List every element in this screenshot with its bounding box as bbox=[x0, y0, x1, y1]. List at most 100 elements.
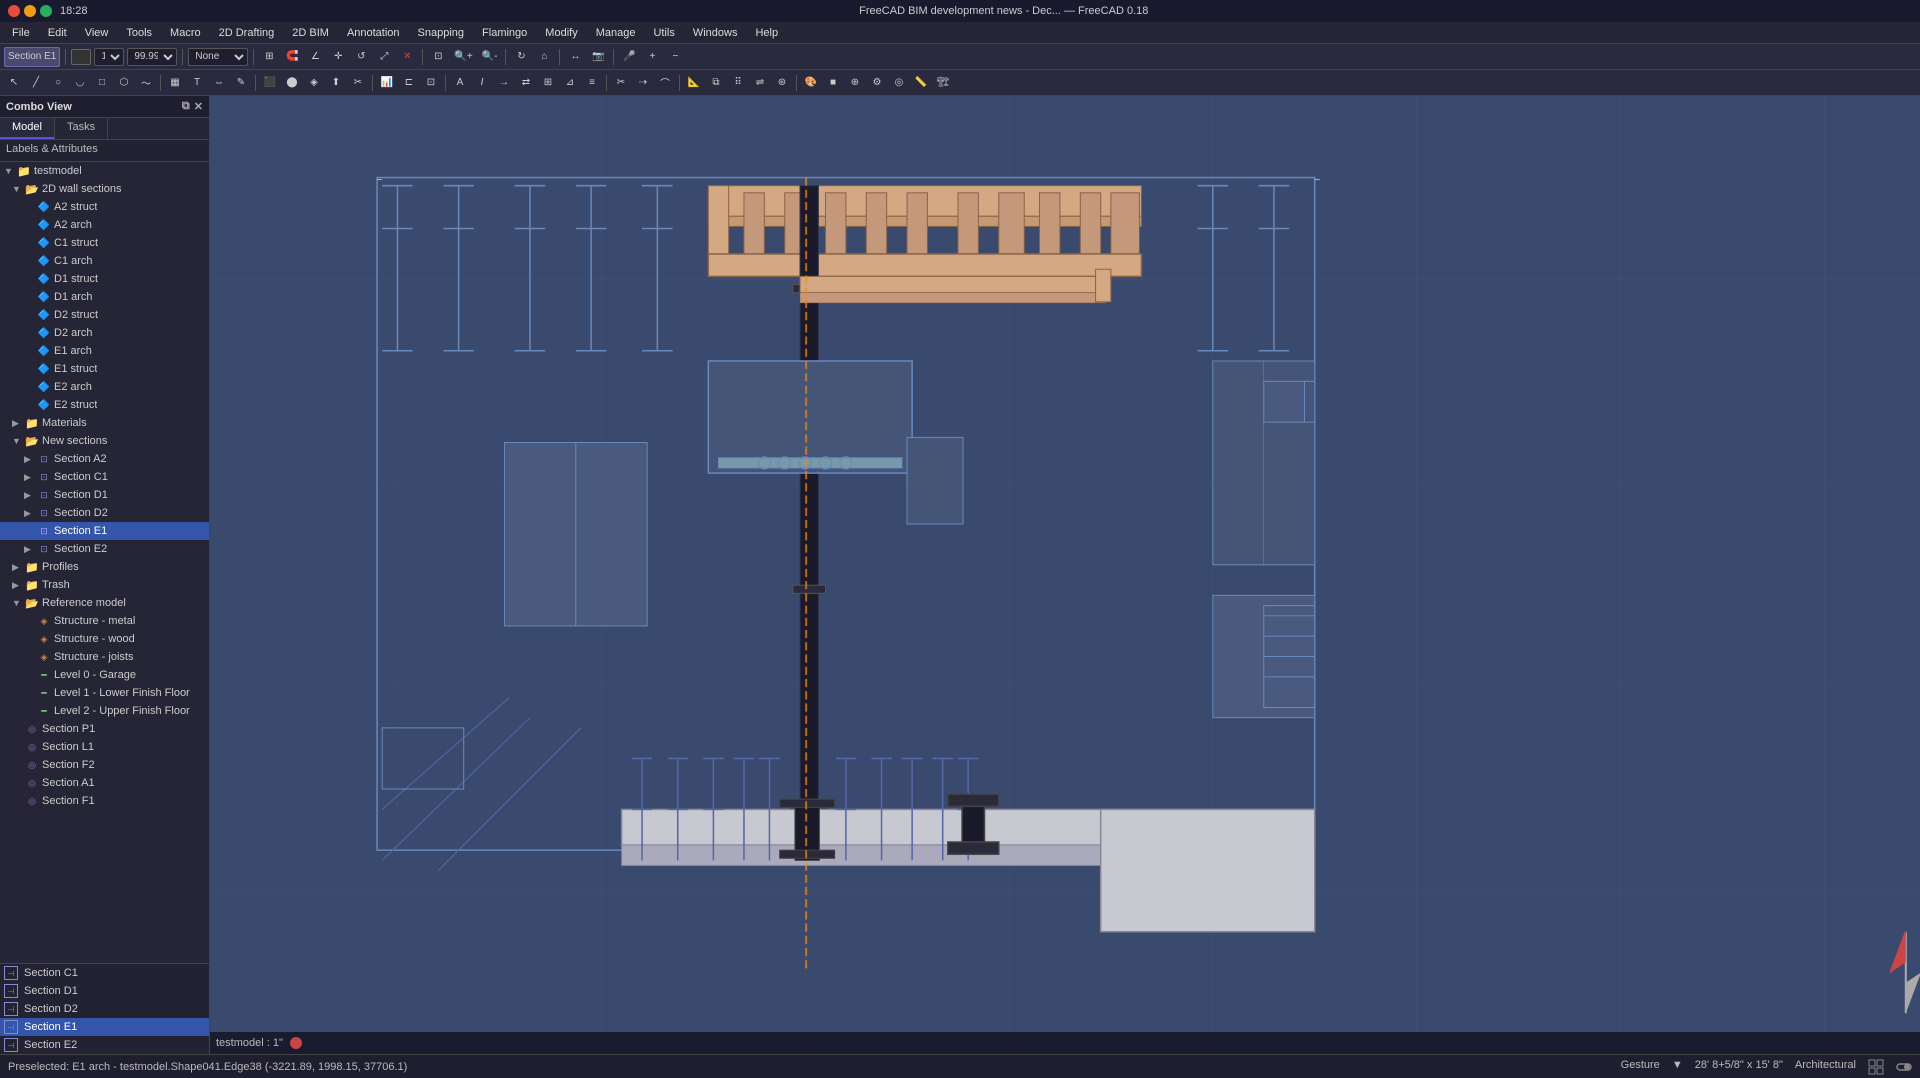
line-width-select[interactable]: 1● bbox=[94, 48, 124, 66]
hatch-icon[interactable]: ▦ bbox=[165, 73, 185, 93]
fillet-icon[interactable]: ⌒ bbox=[655, 73, 675, 93]
arrow-icon[interactable]: → bbox=[494, 73, 514, 93]
tree-item-section-a1[interactable]: ◎ Section A1 bbox=[0, 774, 209, 792]
fill-icon[interactable]: ■ bbox=[823, 73, 843, 93]
canvas-area[interactable] bbox=[210, 96, 1920, 1054]
pointer-icon[interactable]: ↖ bbox=[4, 73, 24, 93]
zoom-out-icon[interactable]: 🔍- bbox=[479, 47, 501, 67]
tree-item-section-f1[interactable]: ◎ Section F1 bbox=[0, 792, 209, 810]
snap-select[interactable]: None bbox=[188, 48, 248, 66]
tree-item-c1-struct[interactable]: 🔷 C1 struct bbox=[0, 234, 209, 252]
menu-item-2d-drafting[interactable]: 2D Drafting bbox=[211, 25, 283, 41]
arc-icon[interactable]: ◡ bbox=[70, 73, 90, 93]
tree-item-section-a2[interactable]: ▶ ⊡ Section A2 bbox=[0, 450, 209, 468]
color2-icon[interactable]: 🎨 bbox=[801, 73, 821, 93]
bar-chart-icon[interactable]: 📊 bbox=[377, 73, 397, 93]
snap2-icon[interactable]: ◎ bbox=[889, 73, 909, 93]
measure-icon[interactable]: 📐 bbox=[684, 73, 704, 93]
bottom-section-d2[interactable]: ⊣ Section D2 bbox=[0, 1000, 209, 1018]
tree-item-section-f2[interactable]: ◎ Section F2 bbox=[0, 756, 209, 774]
bottom-section-d1[interactable]: ⊣ Section D1 bbox=[0, 982, 209, 1000]
tree-item-e1-arch[interactable]: 🔷 E1 arch bbox=[0, 342, 209, 360]
trim-icon[interactable]: ✂ bbox=[611, 73, 631, 93]
menu-item-windows[interactable]: Windows bbox=[685, 25, 746, 41]
extrude-icon[interactable]: ⬆ bbox=[326, 73, 346, 93]
maximize-window-icon[interactable] bbox=[40, 5, 52, 17]
bim-icon[interactable]: 🏗 bbox=[933, 73, 953, 93]
layer-icon[interactable]: ⊕ bbox=[845, 73, 865, 93]
group-icon[interactable]: ⊞ bbox=[538, 73, 558, 93]
dim-icon[interactable]: ↔ bbox=[565, 47, 585, 67]
menu-item-help[interactable]: Help bbox=[747, 25, 786, 41]
circle-icon[interactable]: ○ bbox=[48, 73, 68, 93]
menu-item-file[interactable]: File bbox=[4, 25, 38, 41]
tree-item-level1[interactable]: ━ Level 1 - Lower Finish Floor bbox=[0, 684, 209, 702]
viewport[interactable]: testmodel : 1" bbox=[210, 96, 1920, 1054]
snap-icon[interactable]: 🧲 bbox=[282, 47, 302, 67]
menu-item-macro[interactable]: Macro bbox=[162, 25, 209, 41]
dim2-icon[interactable]: ⇔ bbox=[209, 73, 229, 93]
tree-item-section-p1[interactable]: ◎ Section P1 bbox=[0, 720, 209, 738]
minimize-window-icon[interactable] bbox=[24, 5, 36, 17]
line-icon[interactable]: ╱ bbox=[26, 73, 46, 93]
tree-item-a2-arch[interactable]: 🔷 A2 arch bbox=[0, 216, 209, 234]
tree-item-d2-struct[interactable]: 🔷 D2 struct bbox=[0, 306, 209, 324]
minus-icon[interactable]: − bbox=[665, 47, 685, 67]
tree-item-c1-arch[interactable]: 🔷 C1 arch bbox=[0, 252, 209, 270]
menu-item-modify[interactable]: Modify bbox=[537, 25, 585, 41]
tree-item-a2-struct[interactable]: 🔷 A2 struct bbox=[0, 198, 209, 216]
rect-icon[interactable]: □ bbox=[92, 73, 112, 93]
tree-item-section-d2[interactable]: ▶ ⊡ Section D2 bbox=[0, 504, 209, 522]
menu-item-view[interactable]: View bbox=[77, 25, 117, 41]
text2-icon[interactable]: A bbox=[450, 73, 470, 93]
plus-icon[interactable]: + bbox=[642, 47, 662, 67]
tree-item-level0[interactable]: ━ Level 0 - Garage bbox=[0, 666, 209, 684]
menu-item-tools[interactable]: Tools bbox=[118, 25, 160, 41]
scale-icon[interactable]: ⤢ bbox=[374, 47, 394, 67]
copy2-icon[interactable]: ⧉ bbox=[706, 73, 726, 93]
tree-item-struct-metal[interactable]: ◈ Structure - metal bbox=[0, 612, 209, 630]
path-icon[interactable]: ⊿ bbox=[560, 73, 580, 93]
tree-item-struct-joists[interactable]: ◈ Structure - joists bbox=[0, 648, 209, 666]
annotate-icon[interactable]: ✎ bbox=[231, 73, 251, 93]
tree-item-d2-arch[interactable]: 🔷 D2 arch bbox=[0, 324, 209, 342]
flip-icon[interactable]: ⇄ bbox=[516, 73, 536, 93]
menu-item-2d-bim[interactable]: 2D BIM bbox=[284, 25, 337, 41]
tree-root[interactable]: ▼ 📁 testmodel bbox=[0, 162, 209, 180]
tree-item-profiles[interactable]: ▶ 📁 Profiles bbox=[0, 558, 209, 576]
offset-icon[interactable]: ⊛ bbox=[772, 73, 792, 93]
tree-item-d1-arch[interactable]: 🔷 D1 arch bbox=[0, 288, 209, 306]
close-window-icon[interactable] bbox=[8, 5, 20, 17]
menu-item-annotation[interactable]: Annotation bbox=[339, 25, 408, 41]
home-icon[interactable]: ⌂ bbox=[534, 47, 554, 67]
italic-icon[interactable]: I bbox=[472, 73, 492, 93]
polygon-icon[interactable]: ⬡ bbox=[114, 73, 134, 93]
tree-item-2d-wall-sections[interactable]: ▼ 📂 2D wall sections bbox=[0, 180, 209, 198]
combo-float-icon[interactable]: ⧉ bbox=[182, 100, 190, 113]
props-icon[interactable]: ≡ bbox=[582, 73, 602, 93]
angle-icon[interactable]: ∠ bbox=[305, 47, 325, 67]
menu-item-flamingo[interactable]: Flamingo bbox=[474, 25, 535, 41]
tree-item-section-e2[interactable]: ▶ ⊡ Section E2 bbox=[0, 540, 209, 558]
rotate-icon[interactable]: ↺ bbox=[351, 47, 371, 67]
bspline-icon[interactable]: 〜 bbox=[136, 73, 156, 93]
surface-icon[interactable]: ◈ bbox=[304, 73, 324, 93]
text-icon[interactable]: T bbox=[187, 73, 207, 93]
block-icon[interactable]: ⬛ bbox=[260, 73, 280, 93]
settings2-icon[interactable]: ⚙ bbox=[867, 73, 887, 93]
menu-item-manage[interactable]: Manage bbox=[588, 25, 644, 41]
window-controls[interactable] bbox=[8, 5, 52, 17]
extend-icon[interactable]: ⇢ bbox=[633, 73, 653, 93]
tree-item-struct-wood[interactable]: ◈ Structure - wood bbox=[0, 630, 209, 648]
tree-item-new-sections[interactable]: ▼ 📂 New sections bbox=[0, 432, 209, 450]
tree-item-trash[interactable]: ▶ 📁 Trash bbox=[0, 576, 209, 594]
tree-item-e1-struct[interactable]: 🔷 E1 struct bbox=[0, 360, 209, 378]
menu-item-utils[interactable]: Utils bbox=[645, 25, 682, 41]
bottom-section-c1[interactable]: ⊣ Section C1 bbox=[0, 964, 209, 982]
tree-item-section-d1[interactable]: ▶ ⊡ Section D1 bbox=[0, 486, 209, 504]
bottom-section-e2[interactable]: ⊣ Section E2 bbox=[0, 1036, 209, 1054]
combo-close-icon[interactable]: ✕ bbox=[194, 100, 203, 113]
section-selector[interactable]: Section E1 bbox=[4, 47, 60, 67]
array-icon[interactable]: ⠿ bbox=[728, 73, 748, 93]
beam-icon[interactable]: ⊡ bbox=[421, 73, 441, 93]
